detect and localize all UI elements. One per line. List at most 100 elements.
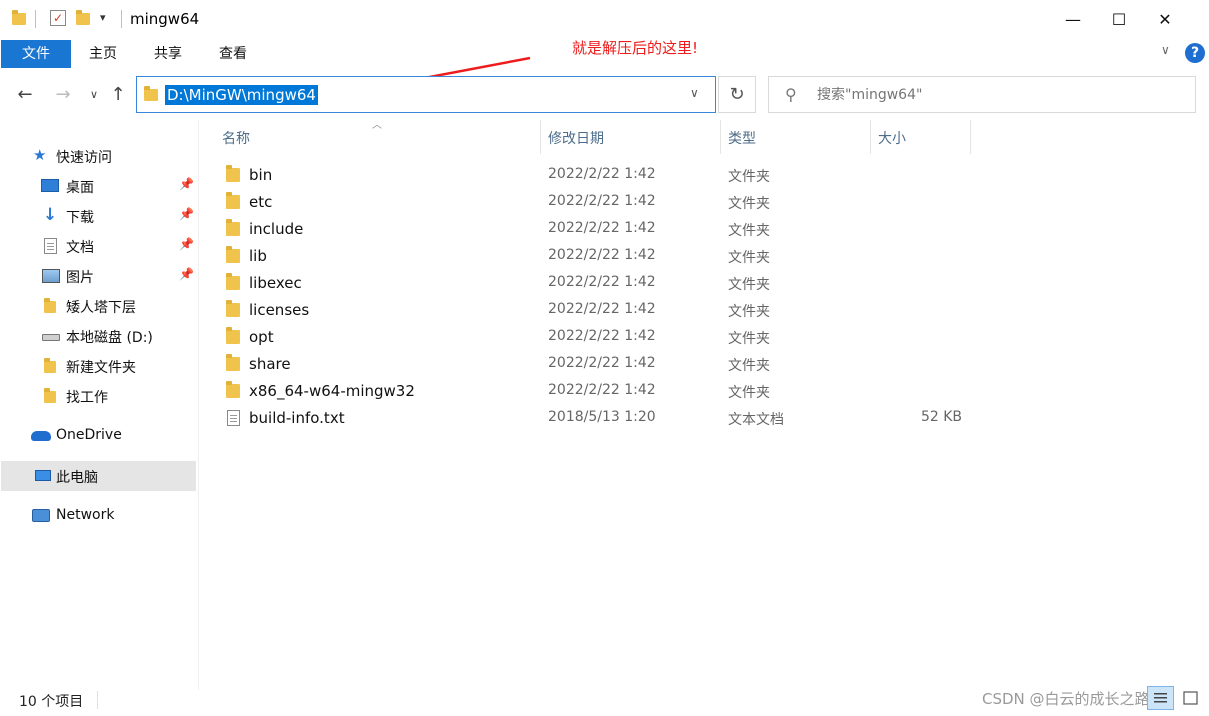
properties-icon[interactable]: ✓	[50, 10, 66, 26]
file-date: 2022/2/22 1:42	[548, 166, 656, 182]
computer-icon	[35, 470, 51, 481]
file-row-bin[interactable]: bin 2022/2/22 1:42 文件夹	[215, 162, 975, 189]
folder-icon	[226, 300, 240, 317]
file-row-build-info[interactable]: build-info.txt 2018/5/13 1:20 文本文档 52 KB	[215, 405, 975, 432]
up-button[interactable]: ↑	[106, 83, 130, 107]
file-row-opt[interactable]: opt 2022/2/22 1:42 文件夹	[215, 324, 975, 351]
pin-icon: 📌	[179, 177, 194, 191]
column-header-date[interactable]: 修改日期	[548, 128, 604, 148]
minimize-button[interactable]: —	[1050, 0, 1096, 38]
sidebar-item-quick-access[interactable]: ★ 快速访问	[1, 141, 196, 171]
tab-home[interactable]: 主页	[78, 40, 128, 68]
customize-toolbar-icon[interactable]: ▾	[100, 11, 106, 24]
help-button[interactable]: ?	[1185, 43, 1205, 63]
sort-ascending-icon: ︿	[372, 120, 382, 131]
sidebar-item-downloads[interactable]: ↓ 下载 📌	[1, 201, 196, 231]
search-icon: ⚲	[785, 85, 797, 104]
sidebar-item-documents[interactable]: 文档 📌	[1, 231, 196, 261]
pictures-icon	[42, 269, 60, 283]
folder-icon	[144, 86, 158, 101]
file-row-include[interactable]: include 2022/2/22 1:42 文件夹	[215, 216, 975, 243]
file-name: x86_64-w64-mingw32	[249, 382, 415, 400]
sidebar-item-new-folder[interactable]: 新建文件夹	[1, 351, 196, 381]
folder-icon	[226, 165, 240, 182]
sidebar-item-label: 新建文件夹	[66, 360, 136, 376]
divider	[35, 10, 36, 28]
sidebar-item-label: 快速访问	[56, 150, 112, 166]
file-row-x86-64-w64-mingw32[interactable]: x86_64-w64-mingw32 2022/2/22 1:42 文件夹	[215, 378, 975, 405]
address-bar[interactable]: D:\MinGW\mingw64 ∨	[136, 76, 716, 113]
refresh-button[interactable]: ↻	[718, 76, 756, 113]
sidebar-item-this-pc[interactable]: 此电脑	[1, 461, 196, 491]
sidebar-item-pictures[interactable]: 图片 📌	[1, 261, 196, 291]
column-divider[interactable]	[720, 120, 721, 154]
file-name: licenses	[249, 301, 310, 319]
cloud-icon	[31, 431, 51, 441]
file-row-share[interactable]: share 2022/2/22 1:42 文件夹	[215, 351, 975, 378]
folder-icon	[226, 192, 240, 209]
file-size: 52 KB	[920, 409, 962, 425]
sidebar-item-label: Network	[56, 507, 115, 523]
file-row-libexec[interactable]: libexec 2022/2/22 1:42 文件夹	[215, 270, 975, 297]
network-icon	[32, 509, 50, 522]
watermark: CSDN @白云的成长之路	[982, 690, 1150, 708]
folder-icon	[226, 273, 240, 290]
expand-ribbon-icon[interactable]: ∨	[1161, 43, 1170, 57]
address-path[interactable]: D:\MinGW\mingw64	[165, 85, 318, 105]
back-button[interactable]: ←	[13, 83, 37, 107]
file-date: 2022/2/22 1:42	[548, 274, 656, 290]
sidebar-item-job-search[interactable]: 找工作	[1, 381, 196, 411]
sidebar-item-drive-d[interactable]: 本地磁盘 (D:)	[1, 321, 196, 351]
file-name: bin	[249, 166, 273, 184]
large-icons-view-icon	[1183, 691, 1198, 705]
pane-divider[interactable]	[198, 120, 199, 690]
tab-view[interactable]: 查看	[208, 40, 258, 68]
recent-locations-button[interactable]: ∨	[86, 83, 102, 107]
file-type: 文件夹	[728, 277, 770, 293]
file-name: include	[249, 220, 304, 238]
title-bar: ✓ ▾ mingw64 — ☐ ✕	[0, 0, 1209, 38]
search-input[interactable]	[817, 84, 1177, 106]
file-row-lib[interactable]: lib 2022/2/22 1:42 文件夹	[215, 243, 975, 270]
navigation-pane: ★ 快速访问 桌面 📌 ↓ 下载 📌 文档 📌 图片 📌 矮人塔下层 本地磁盘 …	[0, 120, 197, 690]
chevron-down-icon[interactable]: ∨	[690, 86, 699, 100]
file-name: etc	[249, 193, 273, 211]
column-divider[interactable]	[540, 120, 541, 154]
file-type: 文件夹	[728, 304, 770, 320]
column-header-size[interactable]: 大小	[878, 128, 906, 148]
file-type: 文件夹	[728, 196, 770, 212]
file-type: 文件夹	[728, 385, 770, 401]
file-row-licenses[interactable]: licenses 2022/2/22 1:42 文件夹	[215, 297, 975, 324]
folder-icon	[44, 358, 56, 373]
folder-icon	[226, 327, 240, 344]
folder-icon	[12, 10, 26, 25]
tab-share[interactable]: 共享	[143, 40, 193, 68]
sidebar-item-onedrive[interactable]: OneDrive	[1, 421, 196, 451]
sidebar-item-desktop[interactable]: 桌面 📌	[1, 171, 196, 201]
drive-icon	[42, 334, 60, 341]
folder-icon	[226, 219, 240, 236]
sidebar-item-label: 本地磁盘 (D:)	[66, 330, 153, 346]
file-date: 2018/5/13 1:20	[548, 409, 656, 425]
sidebar-item-folder[interactable]: 矮人塔下层	[1, 291, 196, 321]
file-row-etc[interactable]: etc 2022/2/22 1:42 文件夹	[215, 189, 975, 216]
details-view-button[interactable]	[1147, 686, 1174, 710]
column-header-name[interactable]: 名称	[222, 128, 250, 148]
column-divider[interactable]	[970, 120, 971, 154]
close-button[interactable]: ✕	[1142, 0, 1188, 38]
star-icon: ★	[33, 146, 47, 164]
maximize-button[interactable]: ☐	[1096, 0, 1142, 38]
column-header-type[interactable]: 类型	[728, 128, 756, 148]
forward-button[interactable]: →	[51, 83, 75, 107]
new-folder-icon[interactable]	[76, 10, 90, 25]
tab-file[interactable]: 文件	[1, 40, 71, 68]
sidebar-item-label: OneDrive	[56, 427, 122, 443]
sidebar-item-network[interactable]: Network	[1, 501, 196, 531]
column-divider[interactable]	[870, 120, 871, 154]
details-view-icon	[1154, 693, 1167, 703]
large-icons-view-button[interactable]	[1177, 686, 1204, 710]
file-date: 2022/2/22 1:42	[548, 193, 656, 209]
search-box[interactable]: ⚲	[768, 76, 1196, 113]
file-date: 2022/2/22 1:42	[548, 328, 656, 344]
file-date: 2022/2/22 1:42	[548, 301, 656, 317]
